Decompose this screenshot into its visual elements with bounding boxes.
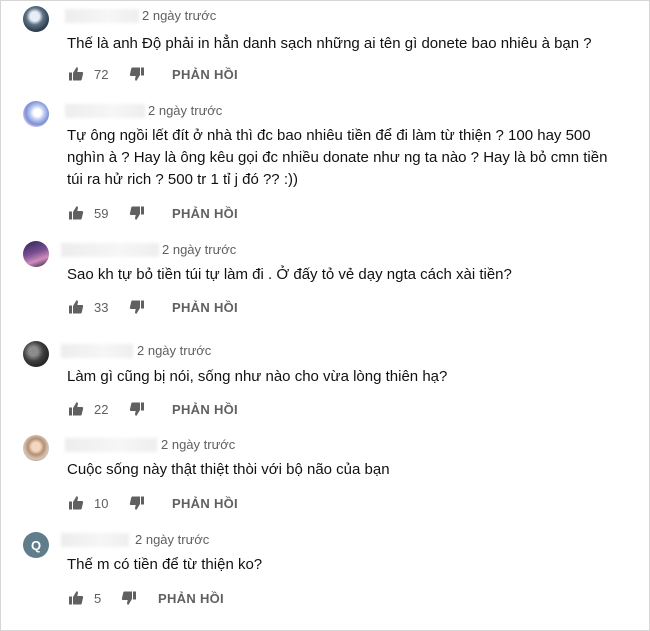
like-count: 72 [94, 66, 109, 82]
avatar[interactable] [23, 241, 49, 267]
thumbs-up-icon[interactable] [67, 65, 85, 83]
thumbs-up-icon[interactable] [67, 494, 85, 512]
thumbs-down-icon[interactable] [128, 400, 146, 418]
author-name-redacted[interactable] [65, 104, 145, 118]
comment-timestamp[interactable]: 2 ngày trước [161, 437, 235, 452]
author-name-redacted[interactable] [65, 438, 157, 452]
comment-timestamp[interactable]: 2 ngày trước [142, 8, 216, 23]
reply-button[interactable]: PHẢN HỒI [158, 591, 224, 606]
reply-button[interactable]: PHẢN HỒI [172, 67, 238, 82]
comment-text: Thế m có tiền để từ thiện ko? [67, 556, 263, 573]
comment-actions: 33 PHẢN HỒI [67, 297, 238, 317]
like-count: 33 [94, 299, 109, 315]
author-name-redacted[interactable] [61, 344, 133, 358]
comment-actions: 5 PHẢN HỒI [67, 588, 224, 608]
thumbs-down-icon[interactable] [128, 494, 146, 512]
comment-text: Thế là anh Độ phải in hẳn danh sạch nhữn… [67, 35, 592, 52]
comment-timestamp[interactable]: 2 ngày trước [162, 242, 236, 257]
comments-panel: 2 ngày trước Thế là anh Độ phải in hẳn d… [0, 0, 650, 631]
comment-timestamp[interactable]: 2 ngày trước [137, 343, 211, 358]
reply-button[interactable]: PHẢN HỒI [172, 402, 238, 417]
thumbs-down-icon[interactable] [128, 204, 146, 222]
comment-actions: 72 PHẢN HỒI [67, 64, 238, 84]
reply-button[interactable]: PHẢN HỒI [172, 300, 238, 315]
comment-actions: 22 PHẢN HỒI [67, 399, 238, 419]
avatar[interactable] [23, 435, 49, 461]
thumbs-down-icon[interactable] [128, 298, 146, 316]
reply-button[interactable]: PHẢN HỒI [172, 206, 238, 221]
thumbs-up-icon[interactable] [67, 298, 85, 316]
comment-timestamp[interactable]: 2 ngày trước [148, 103, 222, 118]
like-count: 10 [94, 495, 109, 511]
like-count: 59 [94, 205, 109, 221]
author-name-redacted[interactable] [61, 533, 129, 547]
comment-text: Cuộc sống này thật thiệt thòi với bộ não… [67, 461, 390, 478]
like-count: 22 [94, 401, 109, 417]
author-name-redacted[interactable] [61, 243, 159, 257]
thumbs-down-icon[interactable] [128, 65, 146, 83]
comment-actions: 10 PHẢN HỒI [67, 493, 238, 513]
avatar[interactable] [23, 6, 49, 32]
comment-actions: 59 PHẢN HỒI [67, 203, 238, 223]
thumbs-up-icon[interactable] [67, 589, 85, 607]
comment-text: Tự ông ngồi lết đít ở nhà thì đc bao nhi… [67, 127, 608, 188]
avatar[interactable] [23, 101, 49, 127]
reply-button[interactable]: PHẢN HỒI [172, 496, 238, 511]
comment-timestamp[interactable]: 2 ngày trước [135, 532, 209, 547]
author-name-redacted[interactable] [65, 9, 139, 23]
avatar[interactable] [23, 341, 49, 367]
avatar[interactable]: Q [23, 532, 49, 558]
thumbs-up-icon[interactable] [67, 204, 85, 222]
comment-text: Sao kh tự bỏ tiền túi tự làm đi . Ở đấy … [67, 266, 512, 283]
like-count: 5 [94, 590, 102, 606]
comment-text: Làm gì cũng bị nói, sống như nào cho vừa… [67, 368, 448, 385]
thumbs-down-icon[interactable] [120, 589, 138, 607]
thumbs-up-icon[interactable] [67, 400, 85, 418]
